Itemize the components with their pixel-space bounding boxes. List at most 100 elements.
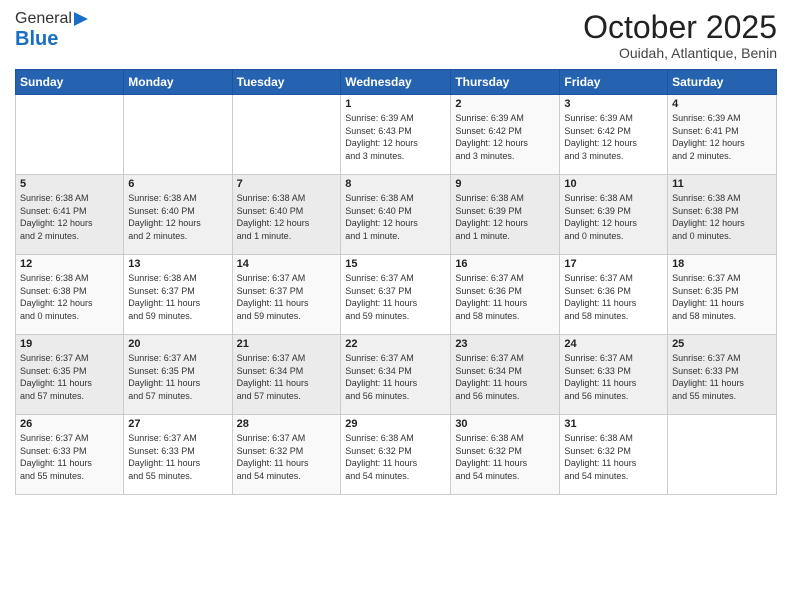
calendar-cell: 17Sunrise: 6:37 AM Sunset: 6:36 PM Dayli…: [560, 255, 668, 335]
day-number: 30: [455, 418, 555, 430]
calendar-cell: 7 Sunrise: 6:38 AM Sunset: 6:40 PM Daylig…: [232, 175, 341, 255]
day-number: 8: [345, 178, 446, 190]
day-number: 20: [128, 338, 227, 350]
day-number: 26: [20, 418, 119, 430]
calendar: Sunday Monday Tuesday Wednesday Thursday…: [15, 69, 777, 495]
calendar-cell: 23 Sunrise: 6:37 AM Sunset: 6:34 PM Dayli…: [451, 335, 560, 415]
day-number: 3: [564, 98, 663, 110]
day-info: Sunrise: 6:38 AM Sunset: 6:40 PM Dayligh…: [128, 192, 227, 242]
day-number: 25: [672, 338, 772, 350]
day-info: Sunrise: 6:38 AM Sunset: 6:41 PM Dayligh…: [20, 192, 119, 242]
day-number: 29: [345, 418, 446, 430]
calendar-cell: 3Sunrise: 6:39 AM Sunset: 6:42 PM Daylig…: [560, 95, 668, 175]
day-info: Sunrise: 6:38 AM Sunset: 6:32 PM Dayligh…: [345, 432, 446, 482]
calendar-cell: 26 Sunrise: 6:37 AM Sunset: 6:33 PM Dayli…: [16, 415, 124, 495]
calendar-cell: [16, 95, 124, 175]
day-number: 17: [564, 258, 663, 270]
day-info: Sunrise: 6:37 AM Sunset: 6:34 PM Dayligh…: [345, 352, 446, 402]
calendar-cell: 4 Sunrise: 6:39 AM Sunset: 6:41 PM Daylig…: [668, 95, 777, 175]
col-wednesday: Wednesday: [341, 70, 451, 95]
logo: General Blue: [15, 10, 88, 51]
day-info: Sunrise: 6:37 AM Sunset: 6:33 PM Dayligh…: [128, 432, 227, 482]
calendar-cell: 14 Sunrise: 6:37 AM Sunset: 6:37 PM Dayli…: [232, 255, 341, 335]
day-number: 4: [672, 98, 772, 110]
calendar-cell: 15 Sunrise: 6:37 AM Sunset: 6:37 PM Dayli…: [341, 255, 451, 335]
calendar-cell: 2Sunrise: 6:39 AM Sunset: 6:42 PM Daylig…: [451, 95, 560, 175]
day-info: Sunrise: 6:37 AM Sunset: 6:35 PM Dayligh…: [672, 272, 772, 322]
day-number: 12: [20, 258, 119, 270]
day-info: Sunrise: 6:38 AM Sunset: 6:32 PM Dayligh…: [564, 432, 663, 482]
calendar-cell: 13 Sunrise: 6:38 AM Sunset: 6:37 PM Dayli…: [124, 255, 232, 335]
calendar-week-5: 26 Sunrise: 6:37 AM Sunset: 6:33 PM Dayli…: [16, 415, 777, 495]
col-tuesday: Tuesday: [232, 70, 341, 95]
day-number: 31: [564, 418, 663, 430]
day-number: 14: [237, 258, 337, 270]
col-monday: Monday: [124, 70, 232, 95]
calendar-cell: 18 Sunrise: 6:37 AM Sunset: 6:35 PM Dayli…: [668, 255, 777, 335]
day-info: Sunrise: 6:37 AM Sunset: 6:34 PM Dayligh…: [455, 352, 555, 402]
calendar-cell: 1 Sunrise: 6:39 AM Sunset: 6:43 PM Daylig…: [341, 95, 451, 175]
calendar-cell: 16Sunrise: 6:37 AM Sunset: 6:36 PM Dayli…: [451, 255, 560, 335]
day-number: 23: [455, 338, 555, 350]
calendar-cell: 21 Sunrise: 6:37 AM Sunset: 6:34 PM Dayli…: [232, 335, 341, 415]
calendar-cell: 30 Sunrise: 6:38 AM Sunset: 6:32 PM Dayli…: [451, 415, 560, 495]
calendar-cell: 22 Sunrise: 6:37 AM Sunset: 6:34 PM Dayli…: [341, 335, 451, 415]
day-info: Sunrise: 6:38 AM Sunset: 6:40 PM Dayligh…: [237, 192, 337, 242]
calendar-header-row: Sunday Monday Tuesday Wednesday Thursday…: [16, 70, 777, 95]
day-number: 16: [455, 258, 555, 270]
day-number: 27: [128, 418, 227, 430]
day-number: 21: [237, 338, 337, 350]
day-number: 18: [672, 258, 772, 270]
col-saturday: Saturday: [668, 70, 777, 95]
col-thursday: Thursday: [451, 70, 560, 95]
calendar-week-4: 19 Sunrise: 6:37 AM Sunset: 6:35 PM Dayli…: [16, 335, 777, 415]
day-number: 6: [128, 178, 227, 190]
day-number: 19: [20, 338, 119, 350]
day-info: Sunrise: 6:38 AM Sunset: 6:32 PM Dayligh…: [455, 432, 555, 482]
day-number: 11: [672, 178, 772, 190]
day-info: Sunrise: 6:39 AM Sunset: 6:41 PM Dayligh…: [672, 112, 772, 162]
calendar-cell: [232, 95, 341, 175]
day-info: Sunrise: 6:37 AM Sunset: 6:37 PM Dayligh…: [237, 272, 337, 322]
calendar-cell: 12 Sunrise: 6:38 AM Sunset: 6:38 PM Dayli…: [16, 255, 124, 335]
logo-arrow-icon: [74, 12, 88, 26]
calendar-cell: 9Sunrise: 6:38 AM Sunset: 6:39 PM Daylig…: [451, 175, 560, 255]
calendar-cell: 5 Sunrise: 6:38 AM Sunset: 6:41 PM Daylig…: [16, 175, 124, 255]
day-number: 15: [345, 258, 446, 270]
day-info: Sunrise: 6:39 AM Sunset: 6:43 PM Dayligh…: [345, 112, 446, 162]
day-info: Sunrise: 6:39 AM Sunset: 6:42 PM Dayligh…: [455, 112, 555, 162]
calendar-cell: [668, 415, 777, 495]
calendar-cell: 28Sunrise: 6:37 AM Sunset: 6:32 PM Dayli…: [232, 415, 341, 495]
day-number: 7: [237, 178, 337, 190]
day-info: Sunrise: 6:37 AM Sunset: 6:35 PM Dayligh…: [128, 352, 227, 402]
day-info: Sunrise: 6:38 AM Sunset: 6:39 PM Dayligh…: [455, 192, 555, 242]
location: Ouidah, Atlantique, Benin: [583, 45, 777, 61]
day-info: Sunrise: 6:38 AM Sunset: 6:38 PM Dayligh…: [672, 192, 772, 242]
col-sunday: Sunday: [16, 70, 124, 95]
day-number: 13: [128, 258, 227, 270]
calendar-cell: 8Sunrise: 6:38 AM Sunset: 6:40 PM Daylig…: [341, 175, 451, 255]
day-info: Sunrise: 6:38 AM Sunset: 6:37 PM Dayligh…: [128, 272, 227, 322]
day-number: 22: [345, 338, 446, 350]
day-number: 10: [564, 178, 663, 190]
day-info: Sunrise: 6:37 AM Sunset: 6:37 PM Dayligh…: [345, 272, 446, 322]
day-info: Sunrise: 6:37 AM Sunset: 6:34 PM Dayligh…: [237, 352, 337, 402]
calendar-week-3: 12 Sunrise: 6:38 AM Sunset: 6:38 PM Dayli…: [16, 255, 777, 335]
logo-general-text: General: [15, 10, 72, 28]
day-info: Sunrise: 6:38 AM Sunset: 6:38 PM Dayligh…: [20, 272, 119, 322]
calendar-cell: 10Sunrise: 6:38 AM Sunset: 6:39 PM Dayli…: [560, 175, 668, 255]
day-info: Sunrise: 6:37 AM Sunset: 6:33 PM Dayligh…: [20, 432, 119, 482]
calendar-cell: 31 Sunrise: 6:38 AM Sunset: 6:32 PM Dayli…: [560, 415, 668, 495]
day-number: 5: [20, 178, 119, 190]
calendar-cell: 27 Sunrise: 6:37 AM Sunset: 6:33 PM Dayli…: [124, 415, 232, 495]
title-block: October 2025 Ouidah, Atlantique, Benin: [583, 10, 777, 61]
calendar-cell: 29 Sunrise: 6:38 AM Sunset: 6:32 PM Dayli…: [341, 415, 451, 495]
day-info: Sunrise: 6:37 AM Sunset: 6:33 PM Dayligh…: [672, 352, 772, 402]
page: General Blue October 2025 Ouidah, Atlant…: [0, 0, 792, 612]
day-number: 24: [564, 338, 663, 350]
day-number: 1: [345, 98, 446, 110]
calendar-cell: 19Sunrise: 6:37 AM Sunset: 6:35 PM Dayli…: [16, 335, 124, 415]
calendar-cell: 20 Sunrise: 6:37 AM Sunset: 6:35 PM Dayli…: [124, 335, 232, 415]
calendar-cell: 6 Sunrise: 6:38 AM Sunset: 6:40 PM Daylig…: [124, 175, 232, 255]
calendar-cell: [124, 95, 232, 175]
